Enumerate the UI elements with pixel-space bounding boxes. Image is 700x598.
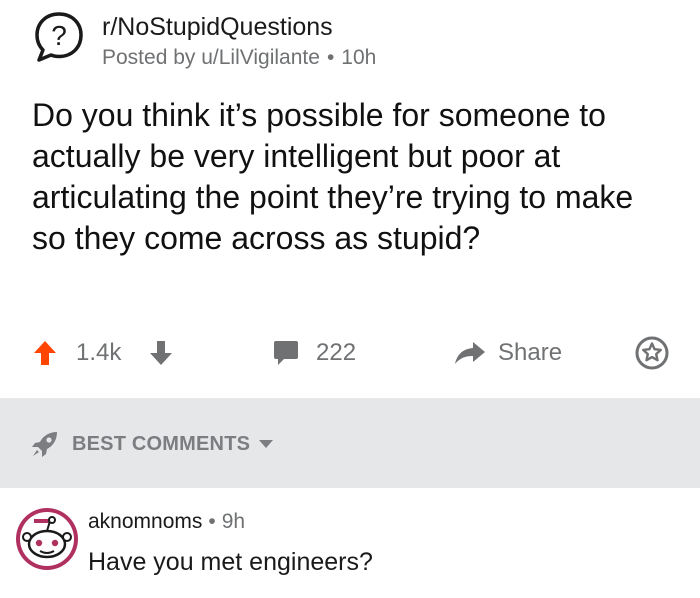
comments-button[interactable]: 222 <box>272 330 356 376</box>
share-button[interactable]: Share <box>454 330 562 376</box>
comment-count: 222 <box>316 339 357 366</box>
svg-text:?: ? <box>51 20 67 51</box>
posted-by-line: Posted by u/LilVigilante • 10h <box>102 42 376 74</box>
subreddit-name[interactable]: r/NoStupidQuestions <box>102 12 376 42</box>
upvote-arrow-icon <box>34 341 56 365</box>
post-meta: r/NoStupidQuestions Posted by u/LilVigil… <box>102 12 376 74</box>
post-age: 10h <box>341 46 377 69</box>
sort-label: BEST COMMENTS <box>72 432 251 455</box>
comment-age: 9h <box>221 510 246 533</box>
downvote-button[interactable] <box>148 330 174 376</box>
upvote-button[interactable] <box>32 330 58 376</box>
posted-by[interactable]: Posted by u/LilVigilante <box>102 46 320 69</box>
post-actions: 1.4k 222 Share <box>0 330 700 376</box>
snoo-avatar-icon[interactable] <box>14 506 80 572</box>
sort-dropdown[interactable]: BEST COMMENTS <box>30 428 274 460</box>
comment-username[interactable]: aknomnoms <box>88 510 202 533</box>
post-header: ? r/NoStupidQuestions Posted by u/LilVig… <box>32 10 376 74</box>
question-mark-icon[interactable]: ? <box>32 10 86 64</box>
share-label: Share <box>498 339 563 366</box>
chevron-down-icon <box>259 440 274 448</box>
comment-body: Have you met engineers? <box>88 548 373 576</box>
comment-item: aknomnoms • 9h Have you met engineers? <box>0 488 700 598</box>
separator-dot: • <box>326 46 335 69</box>
comments-sort-bar: BEST COMMENTS <box>0 398 700 488</box>
separator-dot: • <box>208 510 216 533</box>
comment-meta: aknomnoms • 9h <box>88 508 245 536</box>
award-button[interactable] <box>634 330 670 376</box>
rocket-icon <box>32 432 57 457</box>
share-arrow-icon <box>455 342 485 364</box>
vote-count-wrap: 1.4k <box>76 330 121 376</box>
downvote-arrow-icon <box>150 341 172 365</box>
post-title[interactable]: Do you think it’s possible for someone t… <box>32 95 672 259</box>
post-card: ? r/NoStupidQuestions Posted by u/LilVig… <box>0 0 700 398</box>
comment-bubble-icon <box>274 341 298 365</box>
award-icon <box>635 336 669 370</box>
vote-count: 1.4k <box>76 339 122 366</box>
